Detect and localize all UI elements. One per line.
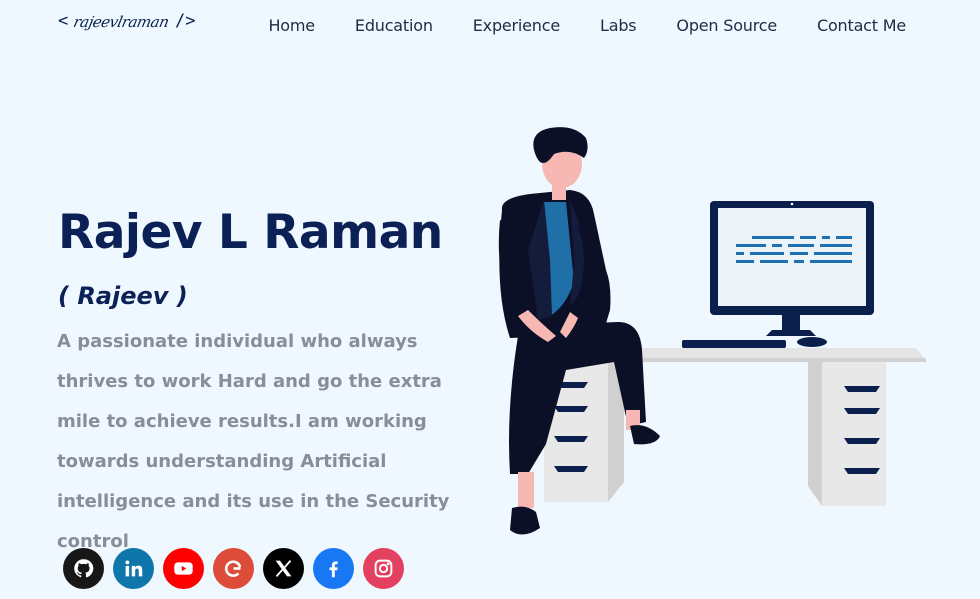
- main-nav: Home Education Experience Labs Open Sour…: [268, 16, 906, 35]
- logo-close-bracket: />: [174, 10, 196, 31]
- nav-home[interactable]: Home: [268, 16, 315, 35]
- instagram-button[interactable]: [363, 548, 404, 589]
- social-links: [63, 548, 404, 589]
- google-icon: [224, 560, 242, 577]
- hero-name: Rajev L Raman: [58, 205, 443, 260]
- mouse-icon: [797, 337, 827, 347]
- facebook-button[interactable]: [313, 548, 354, 589]
- nav-open-source[interactable]: Open Source: [676, 16, 777, 35]
- nav-contact-me[interactable]: Contact Me: [817, 16, 906, 35]
- youtube-icon: [174, 562, 193, 575]
- monitor-icon: [710, 201, 874, 336]
- desk: [544, 348, 926, 506]
- facebook-icon: [329, 561, 338, 578]
- google-button[interactable]: [213, 548, 254, 589]
- hero-nickname: ( Rajeev ): [58, 282, 188, 310]
- youtube-button[interactable]: [163, 548, 204, 589]
- keyboard-icon: [682, 340, 786, 348]
- developer-illustration: [498, 127, 926, 535]
- nav-experience[interactable]: Experience: [473, 16, 560, 35]
- site-logo[interactable]: < rajeevlraman />: [58, 10, 196, 32]
- nav-education[interactable]: Education: [355, 16, 433, 35]
- x-button[interactable]: [263, 548, 304, 589]
- logo-signature: rajeevlraman: [72, 13, 171, 31]
- x-icon: [275, 560, 292, 577]
- linkedin-button[interactable]: [113, 548, 154, 589]
- linkedin-icon: [125, 560, 143, 577]
- hero-description: A passionate individual who always thriv…: [57, 331, 450, 552]
- nav-labs[interactable]: Labs: [600, 16, 637, 35]
- github-icon: [74, 559, 94, 578]
- instagram-icon: [374, 559, 393, 578]
- github-button[interactable]: [63, 548, 104, 589]
- logo-open-bracket: <: [58, 10, 69, 31]
